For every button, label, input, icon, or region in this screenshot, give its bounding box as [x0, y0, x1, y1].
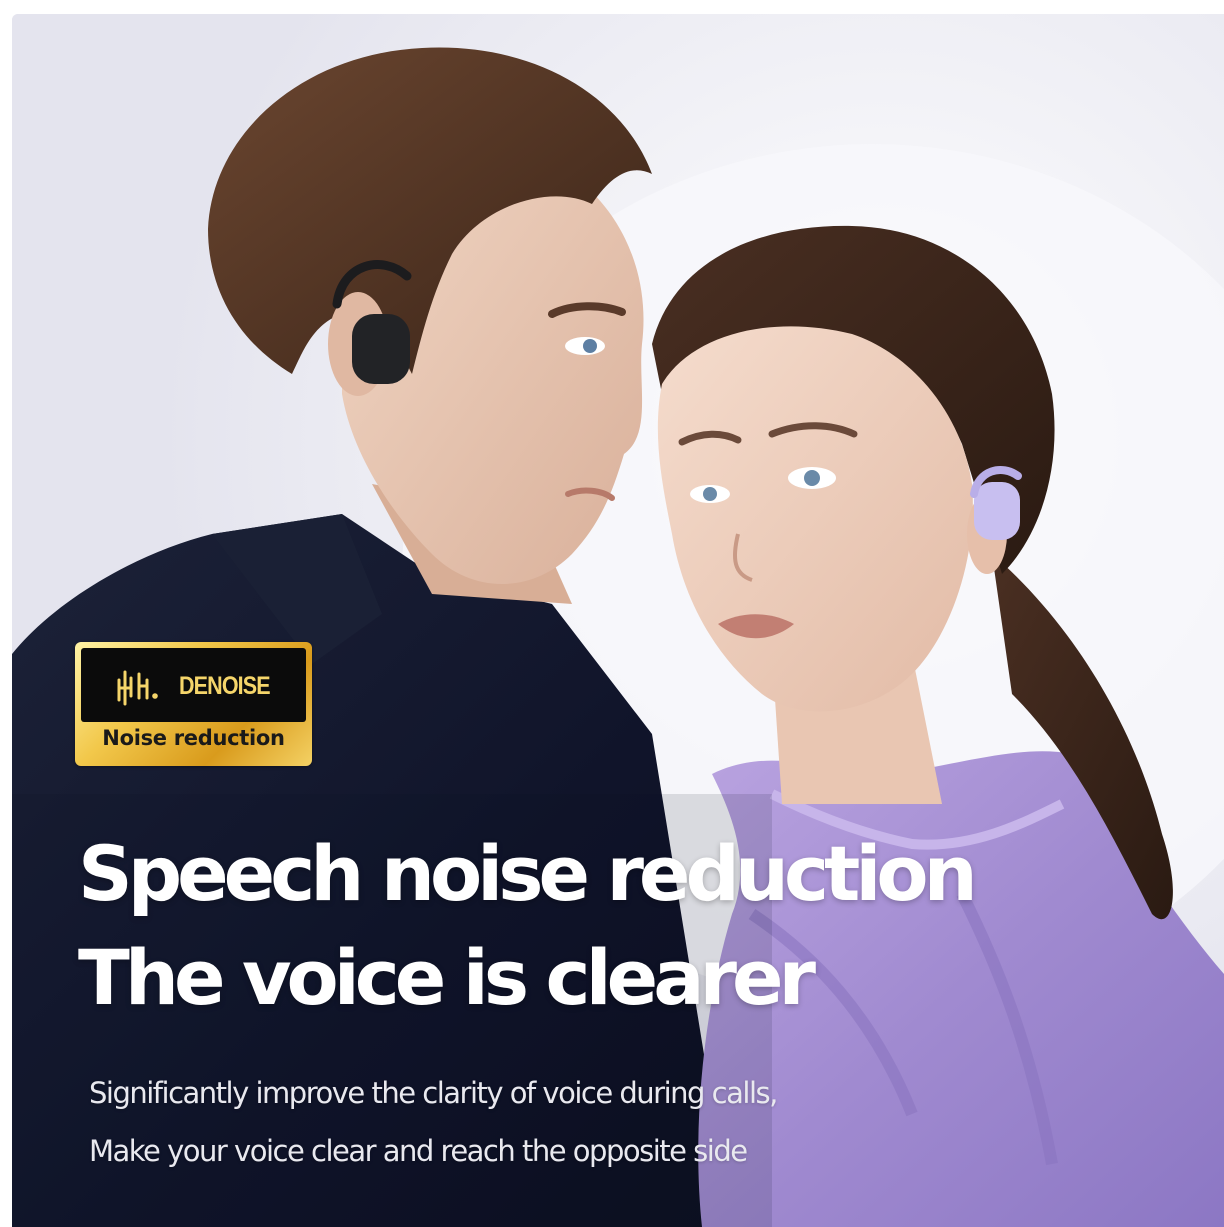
- badge-brand-panel: DENOISE: [81, 648, 306, 722]
- headline: Speech noise reduction The voice is clea…: [78, 822, 978, 1030]
- denoise-badge: DENOISE Noise reduction: [75, 642, 312, 766]
- photo-scene: [12, 14, 1224, 1227]
- sound-wave-icon: [117, 670, 158, 706]
- badge-caption: Noise reduction: [102, 726, 285, 750]
- product-banner: DENOISE Noise reduction Speech noise red…: [12, 14, 1224, 1227]
- description: Significantly improve the clarity of voi…: [89, 1064, 778, 1180]
- badge-brand: DENOISE: [115, 666, 285, 706]
- description-line-2: Make your voice clear and reach the oppo…: [89, 1134, 748, 1168]
- badge-brand-label: DENOISE: [179, 671, 271, 700]
- description-line-1: Significantly improve the clarity of voi…: [89, 1076, 778, 1110]
- headline-line-2: The voice is clearer: [78, 933, 816, 1022]
- headline-line-1: Speech noise reduction: [78, 829, 978, 918]
